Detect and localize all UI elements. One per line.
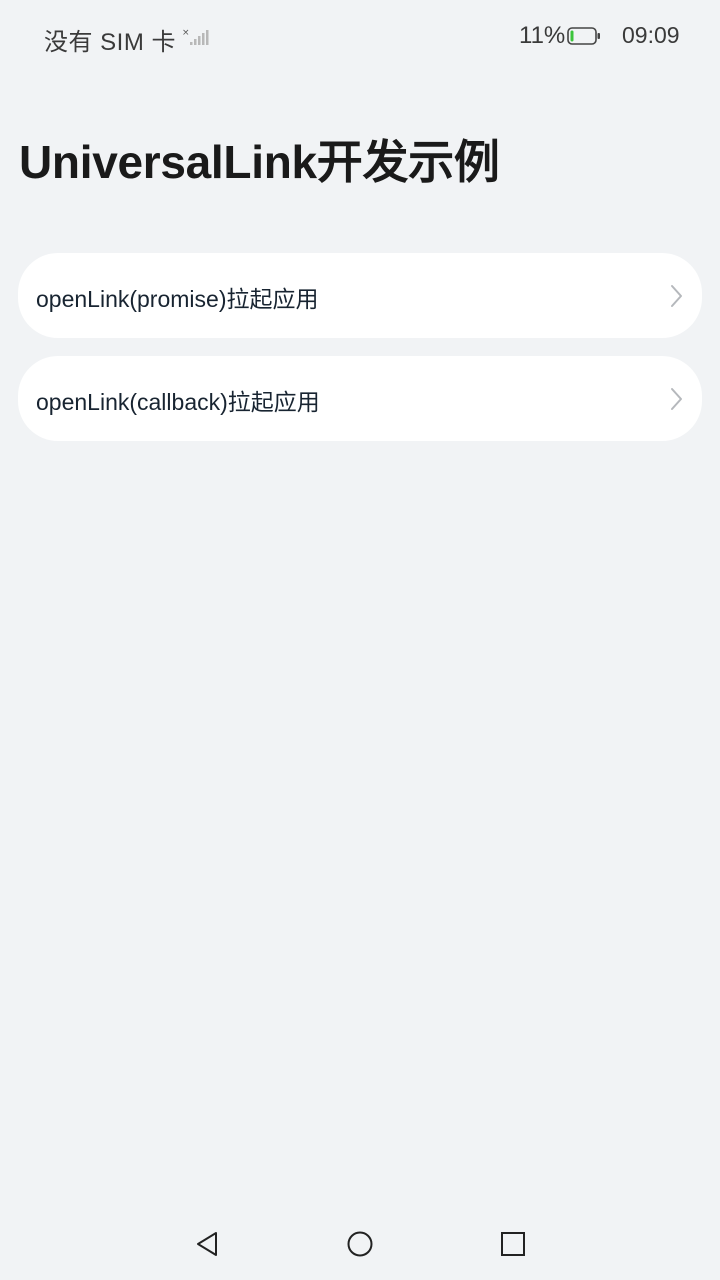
page-title: UniversalLink开发示例 [19, 136, 500, 188]
back-icon[interactable] [192, 1229, 222, 1259]
chevron-right-icon [671, 285, 682, 307]
home-icon[interactable] [346, 1230, 374, 1258]
list-item-label: openLink(promise)拉起应用 [36, 286, 319, 312]
chevron-right-icon [671, 388, 682, 410]
battery-percent: 11% [519, 22, 566, 49]
status-bar: 没有 SIM 卡 × 11% 09:09 [0, 0, 720, 72]
signal-icon: × [182, 28, 209, 45]
svg-text:×: × [182, 28, 190, 38]
screen: 没有 SIM 卡 × 11% 09:09 UniversalLink开发示例 o… [0, 0, 720, 1280]
list-item-openlink-callback[interactable]: openLink(callback)拉起应用 [18, 356, 702, 441]
list-item-openlink-promise[interactable]: openLink(promise)拉起应用 [18, 253, 702, 338]
list-item-label: openLink(callback)拉起应用 [36, 389, 320, 415]
clock: 09:09 [622, 22, 680, 48]
carrier-label: 没有 SIM 卡 [44, 29, 177, 56]
recent-apps-icon[interactable] [500, 1231, 526, 1257]
navigation-bar [0, 1210, 720, 1280]
battery-icon [567, 27, 600, 45]
